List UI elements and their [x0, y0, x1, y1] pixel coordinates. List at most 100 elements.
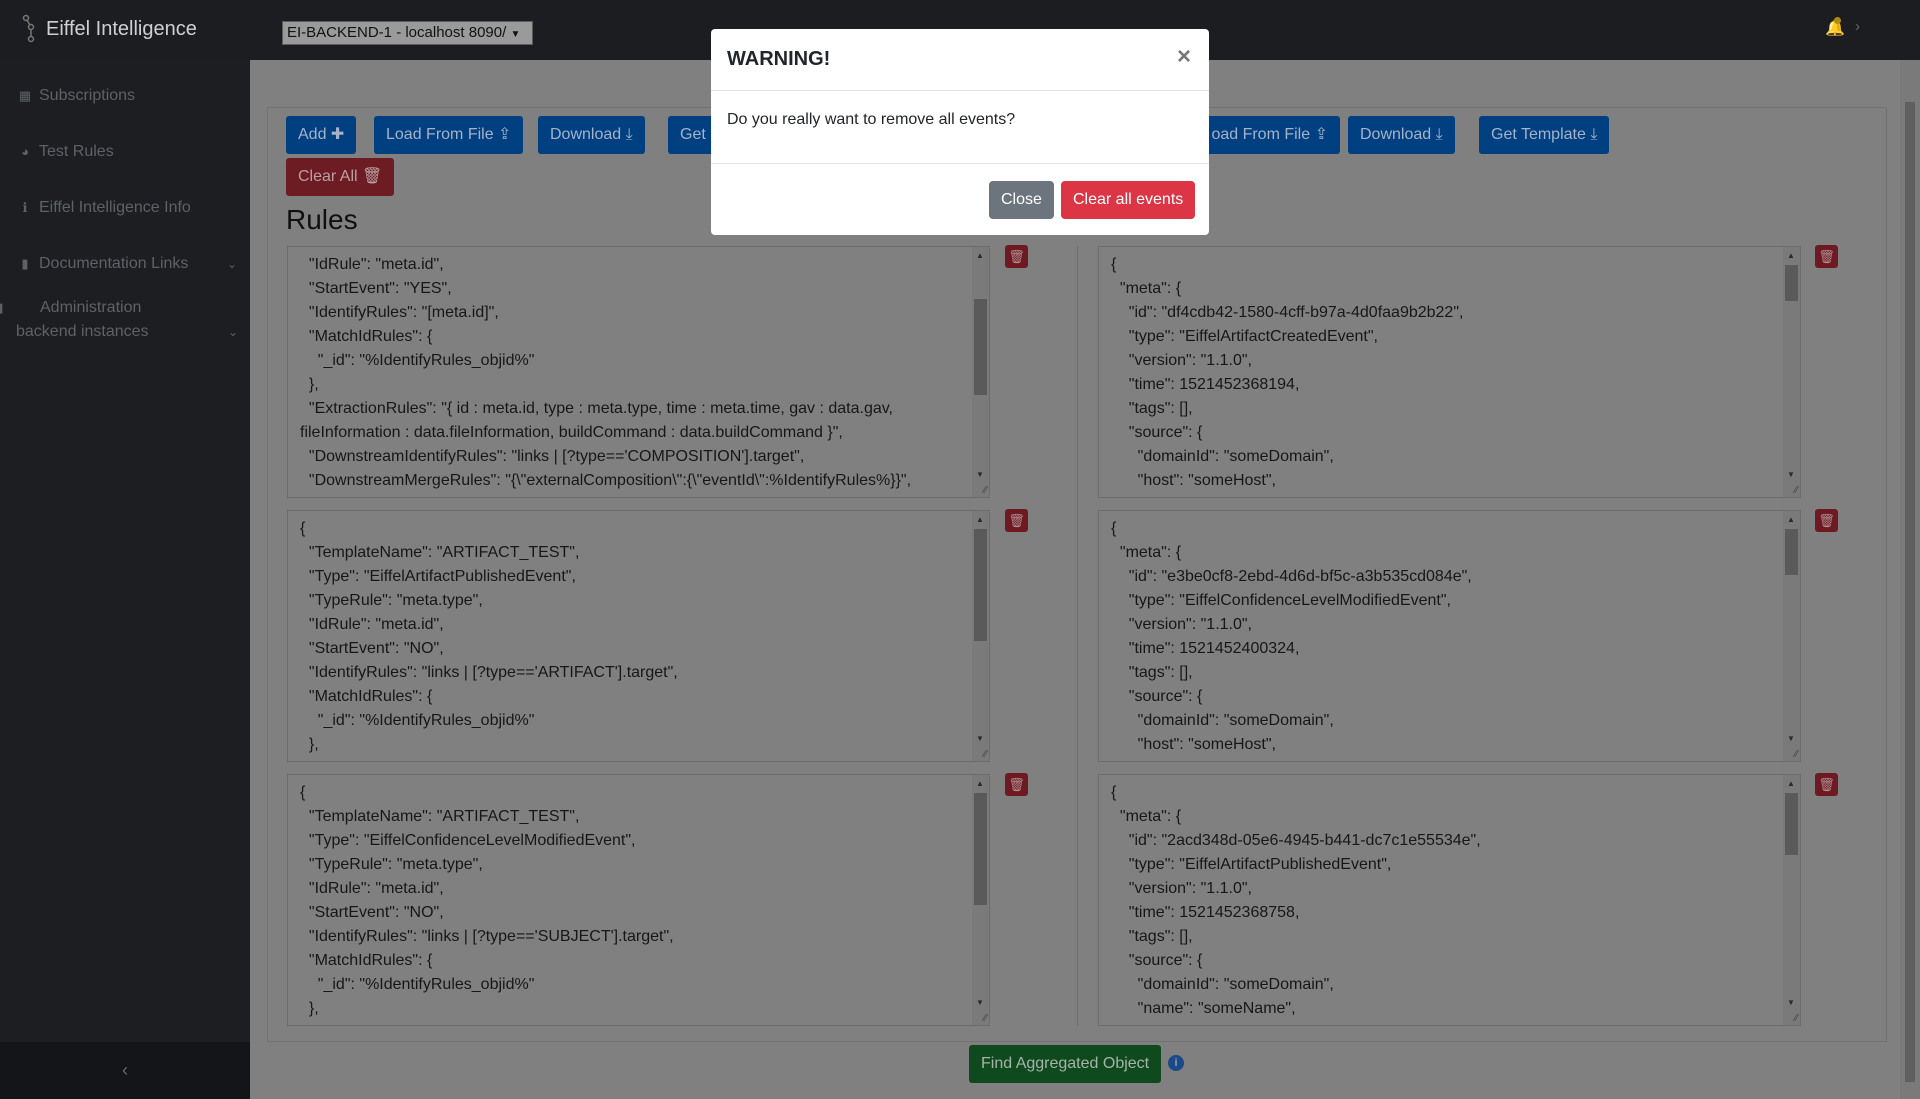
- trash-icon: 🗑: [1818, 777, 1835, 792]
- button-label: Download: [1360, 126, 1432, 143]
- close-icon[interactable]: ×: [1177, 43, 1191, 71]
- resize-handle[interactable]: ⁄⁄: [1795, 485, 1798, 496]
- clear-all-rules-button[interactable]: Clear All 🗑: [286, 158, 395, 196]
- button-label: Load From File: [386, 126, 494, 143]
- add-rule-button[interactable]: Add ✚: [286, 116, 357, 154]
- scrollbar[interactable]: ▲ ▼: [972, 511, 989, 761]
- resize-handle[interactable]: ⁄⁄: [984, 749, 987, 760]
- bell-icon[interactable]: 🔔: [1825, 17, 1845, 38]
- chevron-right-icon[interactable]: ›: [1855, 18, 1860, 35]
- button-label: Find Aggregated Object: [981, 1055, 1150, 1072]
- sidebar: ▦ Subscriptions ◕ Test Rules ℹ Eiffel Intel…: [0, 60, 250, 1099]
- load-rules-from-file-button[interactable]: Load From File ⇪: [374, 116, 524, 154]
- modal-header: WARNING! ×: [711, 29, 1209, 91]
- caret-down-icon: ▼: [510, 29, 521, 40]
- close-button[interactable]: Close: [989, 181, 1054, 219]
- dashboard-icon: ◕: [21, 144, 29, 159]
- download-icon: ⤓: [625, 126, 633, 143]
- download-icon: ⤓: [1435, 126, 1443, 143]
- modal-title: WARNING!: [727, 48, 831, 70]
- resize-handle[interactable]: ⁄⁄: [984, 485, 987, 496]
- rule-text: "IdRule": "meta.id", "StartEvent": "YES"…: [300, 256, 912, 489]
- event-textarea[interactable]: { "meta": { "id": "2acd348d-05e6-4945-b4…: [1098, 774, 1801, 1026]
- backend-select-value: EI-BACKEND-1 - localhost 8090/: [287, 24, 507, 41]
- trash-icon: 🗑: [1008, 249, 1025, 264]
- button-label: Download: [550, 126, 622, 143]
- event-text: { "meta": { "id": "df4cdb42-1580-4cff-b9…: [1111, 256, 1464, 489]
- rule-text: { "TemplateName": "ARTIFACT_TEST", "Type…: [300, 520, 678, 753]
- brand[interactable]: Eiffel Intelligence: [22, 14, 197, 44]
- button-label: Get Template: [1491, 126, 1586, 143]
- sidebar-item-admin-backend[interactable]: ▮ Administration backend instances ⌄: [0, 296, 238, 344]
- scrollbar[interactable]: ▲ ▼: [1783, 511, 1800, 761]
- scrollbar[interactable]: ▲ ▼: [972, 247, 989, 497]
- event-textarea[interactable]: { "meta": { "id": "e3be0cf8-2ebd-4d6d-bf…: [1098, 510, 1801, 762]
- sidebar-item-info[interactable]: ℹ Eiffel Intelligence Info: [17, 196, 237, 220]
- button-label: oad From File: [1211, 126, 1311, 143]
- find-aggregated-object-button[interactable]: Find Aggregated Object: [969, 1045, 1162, 1083]
- load-events-from-file-button[interactable]: oad From File ⇪: [1190, 116, 1340, 154]
- trash-icon: 🗑: [1818, 513, 1835, 528]
- delete-rule-button[interactable]: 🗑: [1005, 773, 1028, 796]
- modal-message: Do you really want to remove all events?: [711, 91, 1209, 164]
- chevron-down-icon: ⌄: [227, 325, 238, 339]
- page-scrollbar[interactable]: [1900, 60, 1920, 1099]
- sidebar-item-label: Administration backend instances: [16, 299, 149, 340]
- sidebar-item-label: Subscriptions: [39, 87, 136, 104]
- button-label: Get: [680, 126, 706, 143]
- trash-icon: 🗑: [362, 168, 383, 185]
- chevron-left-icon: ‹: [122, 1060, 128, 1080]
- sidebar-item-subscriptions[interactable]: ▦ Subscriptions: [17, 84, 237, 108]
- chevron-down-icon: ⌄: [226, 257, 237, 271]
- event-text: { "meta": { "id": "2acd348d-05e6-4945-b4…: [1111, 784, 1481, 1017]
- rule-textarea[interactable]: "IdRule": "meta.id", "StartEvent": "YES"…: [287, 246, 990, 498]
- trash-icon: 🗑: [1008, 777, 1025, 792]
- sidebar-item-test-rules[interactable]: ◕ Test Rules: [17, 140, 237, 164]
- delete-rule-button[interactable]: 🗑: [1005, 245, 1028, 268]
- trash-icon: 🗑: [1008, 513, 1025, 528]
- notification-dot: [1834, 17, 1841, 24]
- plus-icon: ✚: [330, 126, 345, 143]
- scrollbar[interactable]: ▲ ▼: [1783, 775, 1800, 1025]
- sidebar-item-documentation-links[interactable]: ▮ Documentation Links ⌄: [17, 252, 237, 276]
- delete-event-button[interactable]: 🗑: [1815, 245, 1838, 268]
- rules-heading: Rules: [286, 204, 358, 235]
- delete-rule-button[interactable]: 🗑: [1005, 509, 1028, 532]
- sidebar-collapse-button[interactable]: ‹: [0, 1042, 250, 1099]
- upload-icon: ⇪: [498, 126, 512, 143]
- rule-textarea[interactable]: { "TemplateName": "ARTIFACT_TEST", "Type…: [287, 510, 990, 762]
- scrollbar[interactable]: ▲ ▼: [972, 775, 989, 1025]
- get-events-template-button[interactable]: Get Template ⤓: [1479, 116, 1610, 154]
- clear-all-events-button[interactable]: Clear all events: [1061, 181, 1196, 219]
- event-textarea[interactable]: { "meta": { "id": "df4cdb42-1580-4cff-b9…: [1098, 246, 1801, 498]
- button-label: Add: [298, 126, 327, 143]
- file-icon: ▮: [0, 296, 8, 320]
- rule-textarea[interactable]: { "TemplateName": "ARTIFACT_TEST", "Type…: [287, 774, 990, 1026]
- info-icon[interactable]: i: [1168, 1055, 1184, 1071]
- eiffel-logo-icon: [22, 14, 35, 43]
- scrollbar[interactable]: ▲ ▼: [1783, 247, 1800, 497]
- sidebar-item-label: Test Rules: [39, 143, 114, 160]
- trash-icon: 🗑: [1818, 249, 1835, 264]
- button-label: Clear All: [298, 168, 358, 185]
- download-icon: ⤓: [1590, 126, 1598, 143]
- download-rules-button[interactable]: Download ⤓: [538, 116, 645, 154]
- resize-handle[interactable]: ⁄⁄: [1795, 1013, 1798, 1024]
- download-events-button[interactable]: Download ⤓: [1348, 116, 1455, 154]
- table-icon: ▦: [18, 88, 32, 103]
- file-icon: ▮: [21, 256, 29, 271]
- resize-handle[interactable]: ⁄⁄: [1795, 749, 1798, 760]
- sidebar-item-label: Documentation Links: [39, 255, 189, 272]
- info-icon: ℹ: [22, 200, 28, 215]
- sidebar-item-label: Eiffel Intelligence Info: [39, 199, 191, 216]
- delete-event-button[interactable]: 🗑: [1815, 773, 1838, 796]
- event-text: { "meta": { "id": "e3be0cf8-2ebd-4d6d-bf…: [1111, 520, 1472, 753]
- backend-instance-select[interactable]: EI-BACKEND-1 - localhost 8090/ ▼: [282, 21, 533, 45]
- brand-title: Eiffel Intelligence: [46, 17, 197, 40]
- rule-text: { "TemplateName": "ARTIFACT_TEST", "Type…: [300, 784, 674, 1017]
- warning-modal: WARNING! × Do you really want to remove …: [711, 29, 1209, 235]
- resize-handle[interactable]: ⁄⁄: [984, 1013, 987, 1024]
- upload-icon: ⇪: [1314, 126, 1328, 143]
- delete-event-button[interactable]: 🗑: [1815, 509, 1838, 532]
- column-divider: [1077, 246, 1078, 1026]
